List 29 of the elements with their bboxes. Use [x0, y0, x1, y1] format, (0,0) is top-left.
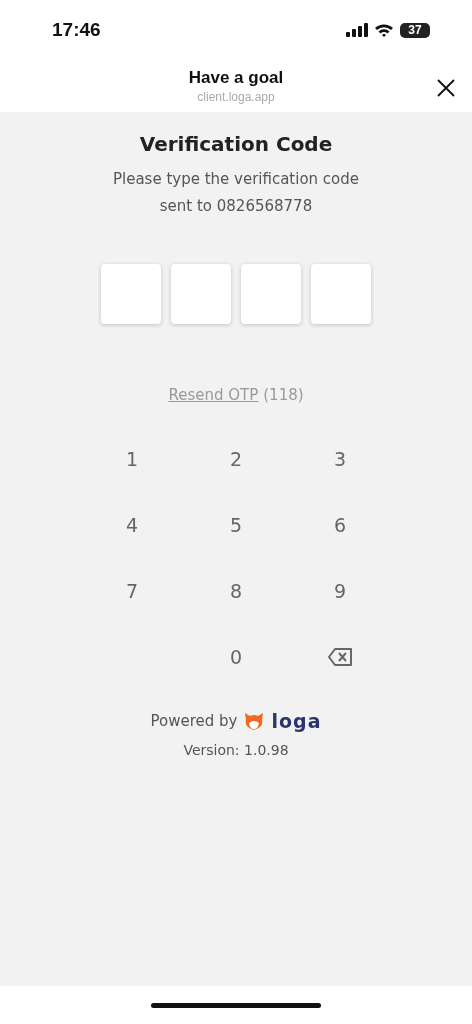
status-time: 17:46	[52, 19, 101, 41]
digit-key[interactable]: 5	[215, 508, 257, 542]
brand-name: loga	[271, 710, 322, 732]
otp-field[interactable]	[241, 264, 301, 324]
digit-key[interactable]: 4	[111, 508, 153, 542]
instruction-text: sent to 0826568778	[158, 196, 314, 217]
digit-key[interactable]: 8	[215, 574, 257, 608]
powered-by-text: Powered by	[150, 712, 238, 730]
instruction-text: Please type the verification code	[112, 169, 360, 190]
verification-title: Verification Code	[139, 132, 333, 156]
resend-countdown: (118)	[263, 386, 304, 404]
digit-key[interactable]: 7	[111, 574, 153, 608]
digit-key[interactable]: 9	[319, 574, 361, 608]
otp-field[interactable]	[101, 264, 161, 324]
version-text: Version: 1.0.98	[183, 742, 289, 758]
signal-icon	[346, 23, 368, 37]
digit-key[interactable]: 1	[111, 442, 153, 476]
battery-percent: 37	[408, 23, 422, 37]
tiger-logo-icon	[243, 710, 266, 732]
page-title: Have a goal	[188, 68, 284, 88]
digit-key[interactable]: 6	[319, 508, 361, 542]
otp-field[interactable]	[311, 264, 371, 324]
digit-key[interactable]: 0	[215, 640, 257, 674]
otp-field[interactable]	[171, 264, 231, 324]
digit-key[interactable]: 3	[319, 442, 361, 476]
backspace-icon	[327, 647, 353, 667]
digit-key[interactable]: 2	[215, 442, 257, 476]
wifi-icon	[374, 22, 394, 38]
page-url: client.loga.app	[197, 90, 275, 104]
